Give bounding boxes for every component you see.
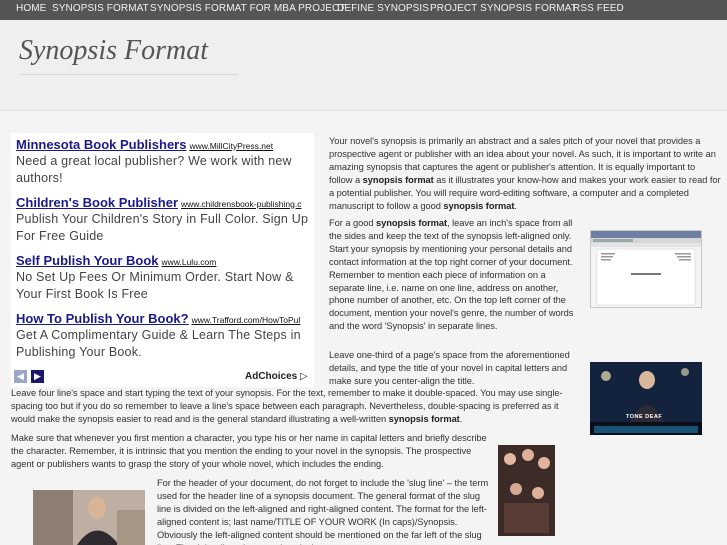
nav-home[interactable]: HOME: [16, 3, 46, 14]
ad-url[interactable]: www.MillCityPress.net: [189, 141, 273, 151]
speaker-photo-image: [33, 490, 145, 545]
ad-description: Publish Your Children's Story in Full Co…: [16, 212, 309, 243]
ad-description: Need a great local publisher? We work wi…: [16, 154, 292, 185]
nav-synopsis-format[interactable]: SYNOPSIS FORMAT: [52, 3, 149, 14]
adchoices-link[interactable]: AdChoices ▷: [245, 371, 308, 382]
ad-prev-button[interactable]: ◀: [14, 370, 27, 383]
ad-url[interactable]: www.Lulu.com: [162, 257, 217, 267]
ad-description: Get A Complimentary Guide & Learn The St…: [16, 328, 301, 359]
article-paragraph-spacing: Leave four line's space and start typing…: [11, 388, 563, 424]
ad-title-link[interactable]: How To Publish Your Book? www.Trafford.co…: [16, 311, 314, 326]
ad-description: No Set Up Fees Or Minimum Order. Start N…: [16, 270, 294, 301]
nav-rss-feed[interactable]: RSS FEED: [573, 3, 624, 14]
top-nav: HOME SYNOPSIS FORMAT SYNOPSIS FORMAT FOR…: [0, 0, 727, 20]
ad-item: Minnesota Book Publishers www.MillCityPre…: [16, 137, 314, 187]
document-screenshot-image: [590, 230, 702, 308]
ad-item: How To Publish Your Book? www.Trafford.co…: [16, 311, 314, 361]
ad-title-link[interactable]: Self Publish Your Book www.Lulu.com: [16, 253, 314, 268]
nav-project-synopsis-format[interactable]: PROJECT SYNOPSIS FORMAT: [430, 3, 577, 14]
article-paragraph-format: For a good synopsis format, leave an inc…: [329, 218, 574, 332]
nav-define-synopsis[interactable]: DEFINE SYNOPSIS: [337, 3, 429, 14]
ad-block: Minnesota Book Publishers www.MillCityPre…: [11, 133, 314, 387]
ad-url[interactable]: www.childrensbook-publishing.c: [181, 199, 301, 209]
article-paragraph-characters: Make sure that whenever you first mentio…: [11, 433, 487, 469]
ad-next-button[interactable]: ▶: [31, 370, 44, 383]
movie-poster-image: [498, 445, 555, 536]
title-divider: [19, 74, 238, 75]
ad-title-link[interactable]: Minnesota Book Publishers www.MillCityPre…: [16, 137, 314, 152]
tone-deaf-caption: TONE DEAF: [626, 414, 663, 420]
ad-url[interactable]: www.Trafford.com/HowToPul: [192, 315, 301, 325]
ad-item: Children's Book Publisher www.childrensbo…: [16, 195, 314, 245]
ad-item: Self Publish Your Book www.Lulu.com No Se…: [16, 253, 314, 303]
article-paragraph-title: Leave one-third of a page's space from t…: [329, 350, 570, 386]
site-title[interactable]: Synopsis Format: [19, 35, 208, 67]
nav-synopsis-format-mba-project[interactable]: SYNOPSIS FORMAT FOR MBA PROJECT: [150, 3, 346, 14]
tone-deaf-movie-image: TONE DEAF: [590, 362, 702, 435]
article-paragraph-intro: Your novel's synopsis is primarily an ab…: [329, 136, 721, 211]
article-paragraph-slug-line: For the header of your document, do not …: [157, 478, 489, 545]
ad-title-link[interactable]: Children's Book Publisher www.childrensbo…: [16, 195, 314, 210]
